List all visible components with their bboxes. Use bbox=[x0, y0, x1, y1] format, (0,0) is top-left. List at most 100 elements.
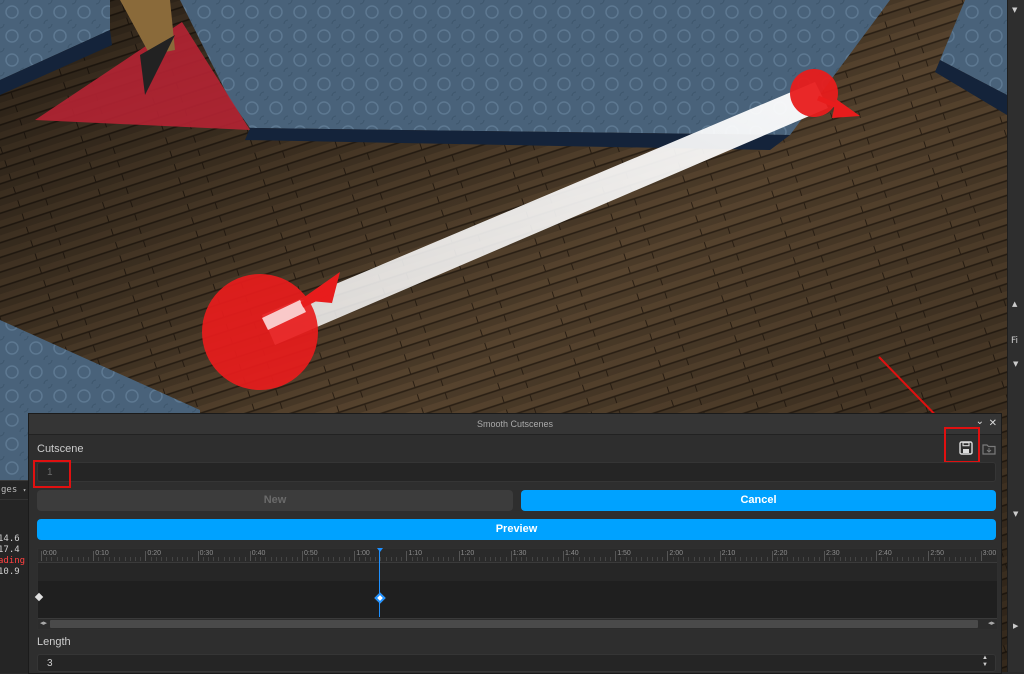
ruler-minor-tick bbox=[782, 557, 784, 561]
ruler-minor-tick bbox=[688, 557, 690, 561]
right-panel-label: Fi bbox=[1011, 336, 1019, 346]
close-icon[interactable]: ✕ bbox=[989, 414, 997, 434]
output-tab[interactable]: ges ▾ bbox=[0, 481, 28, 500]
ruler-minor-tick bbox=[442, 557, 444, 561]
ruler-major-tick bbox=[354, 551, 356, 561]
next-arrow-icon[interactable]: ▶ bbox=[1013, 622, 1018, 630]
ruler-minor-tick bbox=[275, 557, 277, 561]
ruler-minor-tick bbox=[844, 557, 846, 561]
ruler-minor-tick bbox=[395, 557, 397, 561]
ruler-minor-tick bbox=[161, 557, 163, 561]
ruler-minor-tick bbox=[77, 557, 79, 561]
ruler-minor-tick bbox=[103, 557, 105, 561]
keyframe-selected[interactable] bbox=[374, 592, 386, 604]
ruler-minor-tick bbox=[855, 557, 857, 561]
ruler-minor-tick bbox=[166, 557, 168, 561]
new-button[interactable]: New bbox=[37, 490, 513, 511]
ruler-minor-tick bbox=[296, 557, 298, 561]
ruler-minor-tick bbox=[479, 557, 481, 561]
ruler-minor-tick bbox=[850, 557, 852, 561]
ruler-major-tick bbox=[615, 551, 617, 561]
ruler-minor-tick bbox=[489, 557, 491, 561]
ruler-minor-tick bbox=[291, 557, 293, 561]
ruler-minor-tick bbox=[317, 557, 319, 561]
ruler-minor-tick bbox=[134, 557, 136, 561]
length-input[interactable]: 3 bbox=[37, 654, 996, 672]
ruler-minor-tick bbox=[886, 557, 888, 561]
ruler-minor-tick bbox=[630, 557, 632, 561]
ruler-minor-tick bbox=[787, 557, 789, 561]
ruler-minor-tick bbox=[51, 557, 53, 561]
length-stepper-icon[interactable]: ▲ ▼ bbox=[982, 655, 988, 669]
length-label: Length bbox=[37, 636, 71, 648]
expand-arrow-icon[interactable]: ▼ bbox=[1013, 360, 1018, 368]
ruler-minor-tick bbox=[625, 557, 627, 561]
timeline-scrollbar[interactable]: ◂▸ ◂▸ bbox=[38, 618, 997, 629]
scroll-up-arrow-icon[interactable]: ▲ bbox=[1012, 300, 1017, 308]
ruler-minor-tick bbox=[870, 557, 872, 561]
ruler-minor-tick bbox=[698, 557, 700, 561]
keyframe-start[interactable] bbox=[34, 592, 44, 602]
ruler-minor-tick bbox=[422, 557, 424, 561]
ruler-minor-tick bbox=[171, 557, 173, 561]
ruler-minor-tick bbox=[260, 557, 262, 561]
import-button[interactable] bbox=[982, 442, 996, 456]
scroll-right-handle-icon[interactable]: ◂▸ bbox=[988, 619, 995, 629]
cutscene-name-input[interactable]: 1 bbox=[37, 462, 996, 482]
ruler-minor-tick bbox=[213, 557, 215, 561]
timeline[interactable]: 0:00 0:10 0:20 0:30 0:40 0:50 1:00 1:10 1:20 1:30… bbox=[34, 548, 998, 630]
output-line: 14.6 bbox=[0, 534, 20, 544]
timeline-ruler[interactable]: 0:00 0:10 0:20 0:30 0:40 0:50 1:00 1:10 1:20 1:30… bbox=[38, 549, 997, 563]
window-titlebar[interactable]: Smooth Cutscenes ⌄ ✕ bbox=[29, 414, 1001, 435]
ruler-minor-tick bbox=[609, 557, 611, 561]
ruler-minor-tick bbox=[129, 557, 131, 561]
ruler-minor-tick bbox=[938, 557, 940, 561]
ruler-tick-label: 3:00 bbox=[982, 550, 997, 557]
ruler-minor-tick bbox=[881, 557, 883, 561]
ruler-tick-label: 1:50 bbox=[617, 550, 631, 557]
ruler-minor-tick bbox=[646, 557, 648, 561]
ruler-tick-label: 0:40 bbox=[251, 550, 266, 557]
ruler-minor-tick bbox=[777, 557, 779, 561]
ruler-minor-tick bbox=[583, 557, 585, 561]
ruler-minor-tick bbox=[150, 557, 152, 561]
ruler-minor-tick bbox=[72, 557, 74, 561]
output-line: 17.4 bbox=[0, 545, 20, 555]
ruler-minor-tick bbox=[437, 557, 439, 561]
ruler-minor-tick bbox=[239, 557, 241, 561]
ruler-minor-tick bbox=[536, 557, 538, 561]
ruler-minor-tick bbox=[599, 557, 601, 561]
ruler-minor-tick bbox=[87, 557, 89, 561]
input-highlight-box bbox=[33, 460, 71, 488]
ruler-minor-tick bbox=[56, 557, 58, 561]
collapse-arrow-icon[interactable]: ▼ bbox=[1013, 510, 1018, 518]
ruler-minor-tick bbox=[975, 557, 977, 561]
ruler-minor-tick bbox=[542, 557, 544, 561]
preview-button[interactable]: Preview bbox=[37, 519, 996, 540]
ruler-minor-tick bbox=[98, 557, 100, 561]
ruler-minor-tick bbox=[82, 557, 84, 561]
ruler-minor-tick bbox=[813, 557, 815, 561]
timeline-track[interactable] bbox=[38, 563, 997, 581]
ruler-minor-tick bbox=[970, 557, 972, 561]
output-line: 10.9 bbox=[0, 567, 20, 577]
scroll-thumb[interactable] bbox=[50, 620, 978, 628]
cancel-button[interactable]: Cancel bbox=[521, 490, 996, 511]
ruler-tick-label: 0:30 bbox=[199, 550, 214, 557]
ruler-minor-tick bbox=[218, 557, 220, 561]
playhead-handle[interactable] bbox=[377, 548, 383, 552]
ruler-tick-label: 0:00 bbox=[43, 550, 57, 557]
ruler-minor-tick bbox=[949, 557, 951, 561]
ruler-minor-tick bbox=[766, 557, 768, 561]
ruler-minor-tick bbox=[265, 557, 267, 561]
ruler-minor-tick bbox=[463, 557, 465, 561]
ruler-minor-tick bbox=[917, 557, 919, 561]
ruler-minor-tick bbox=[255, 557, 257, 561]
ruler-major-tick bbox=[667, 551, 669, 561]
ruler-minor-tick bbox=[912, 557, 914, 561]
ruler-tick-label: 0:50 bbox=[304, 550, 318, 557]
ruler-tick-label: 1:20 bbox=[460, 550, 475, 557]
scroll-down-arrow-icon[interactable]: ▼ bbox=[1012, 6, 1017, 14]
scroll-left-handle-icon[interactable]: ◂▸ bbox=[40, 619, 47, 629]
playhead[interactable] bbox=[379, 549, 380, 617]
